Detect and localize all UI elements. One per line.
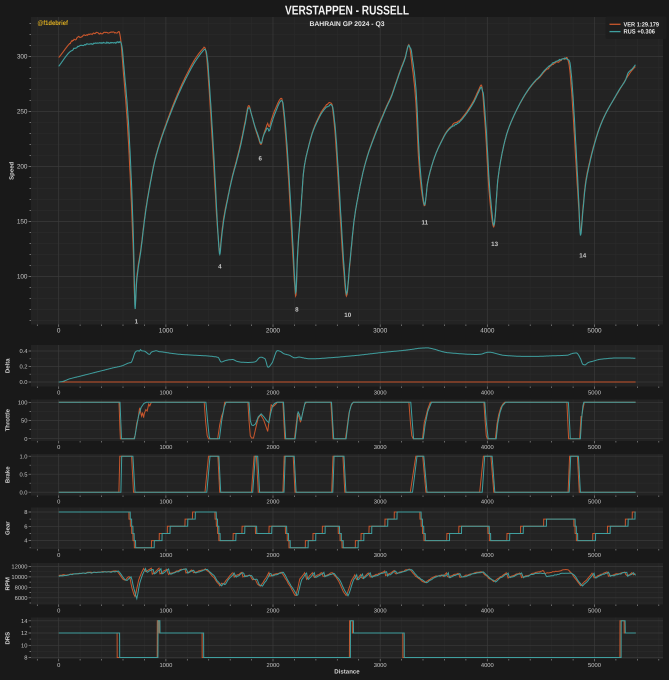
svg-text:3000: 3000 [374,662,387,669]
svg-text:2000: 2000 [267,390,280,397]
svg-text:10: 10 [21,642,27,649]
svg-text:Speed: Speed [9,161,16,179]
svg-text:3000: 3000 [374,552,387,559]
svg-text:12: 12 [21,630,27,637]
svg-text:4000: 4000 [481,444,494,451]
svg-text:200: 200 [17,164,28,171]
svg-text:4000: 4000 [481,499,494,506]
svg-text:100: 100 [17,274,28,281]
svg-text:Gear: Gear [5,521,12,535]
svg-text:14: 14 [579,253,586,260]
svg-text:4000: 4000 [481,390,494,397]
svg-text:1000: 1000 [159,499,172,506]
svg-text:5000: 5000 [587,328,602,335]
svg-text:0: 0 [57,444,60,451]
svg-text:6: 6 [24,523,27,530]
svg-text:0.0: 0.0 [19,489,27,496]
svg-text:4: 4 [218,264,222,271]
svg-text:Throttle: Throttle [5,408,12,431]
svg-text:VER 1:29.179: VER 1:29.179 [624,21,660,28]
svg-text:10000: 10000 [11,574,27,581]
svg-text:5000: 5000 [588,552,601,559]
svg-text:VERSTAPPEN - RUSSELL: VERSTAPPEN - RUSSELL [285,3,409,18]
svg-text:2000: 2000 [267,499,280,506]
svg-text:1000: 1000 [159,662,172,669]
svg-text:1000: 1000 [159,552,172,559]
svg-text:13: 13 [491,241,498,248]
svg-text:0: 0 [24,436,27,443]
svg-text:14: 14 [21,619,28,625]
svg-text:0: 0 [57,390,60,397]
svg-text:5000: 5000 [588,662,601,669]
svg-text:BAHRAIN GP 2024 - Q3: BAHRAIN GP 2024 - Q3 [309,21,384,28]
svg-text:250: 250 [17,109,28,116]
svg-text:0.5: 0.5 [19,471,27,478]
svg-text:6000: 6000 [15,595,28,602]
svg-text:4000: 4000 [481,552,494,559]
svg-text:RPM: RPM [5,577,12,590]
svg-text:0: 0 [57,499,60,506]
svg-text:Delta: Delta [5,358,12,373]
svg-text:100: 100 [18,399,28,406]
svg-text:12000: 12000 [11,564,27,571]
svg-text:5000: 5000 [588,499,601,506]
svg-text:1: 1 [135,319,139,326]
svg-text:3000: 3000 [374,444,387,451]
svg-text:0: 0 [57,552,60,559]
svg-text:5000: 5000 [588,444,601,451]
svg-text:8: 8 [24,655,27,662]
svg-text:2000: 2000 [266,328,281,335]
svg-text:1.0: 1.0 [19,453,27,460]
svg-text:Distance: Distance [334,669,360,676]
svg-text:50: 50 [21,418,27,425]
svg-text:2000: 2000 [267,444,280,451]
svg-text:8: 8 [295,307,299,314]
svg-text:5000: 5000 [588,390,601,397]
svg-text:0.0: 0.0 [19,379,27,386]
svg-text:RUS +0.306: RUS +0.306 [624,29,656,36]
svg-text:6: 6 [258,156,262,163]
svg-text:1000: 1000 [159,390,172,397]
svg-text:1000: 1000 [159,608,172,615]
svg-text:0: 0 [57,328,61,335]
svg-text:3000: 3000 [374,390,387,397]
svg-text:4000: 4000 [481,608,494,615]
svg-text:150: 150 [17,219,28,226]
svg-text:10: 10 [344,312,351,319]
svg-text:@f1debrief: @f1debrief [38,20,69,27]
svg-text:2000: 2000 [267,662,280,669]
svg-text:4000: 4000 [480,328,495,335]
svg-text:3000: 3000 [373,328,388,335]
svg-text:3000: 3000 [374,499,387,506]
svg-text:2000: 2000 [267,552,280,559]
svg-text:2000: 2000 [267,608,280,615]
svg-text:0: 0 [57,608,60,615]
svg-text:11: 11 [422,220,429,227]
svg-text:5000: 5000 [588,608,601,615]
svg-text:0: 0 [57,662,60,669]
svg-text:3000: 3000 [374,608,387,615]
svg-text:DRS: DRS [5,632,12,645]
svg-text:1000: 1000 [159,328,174,335]
svg-text:0.4: 0.4 [19,348,28,355]
svg-text:8: 8 [24,509,27,516]
svg-text:Brake: Brake [5,466,12,483]
svg-text:8000: 8000 [15,584,28,591]
svg-text:4000: 4000 [481,662,494,669]
svg-text:1000: 1000 [159,444,172,451]
svg-text:0.2: 0.2 [19,364,27,371]
svg-text:300: 300 [17,54,28,61]
